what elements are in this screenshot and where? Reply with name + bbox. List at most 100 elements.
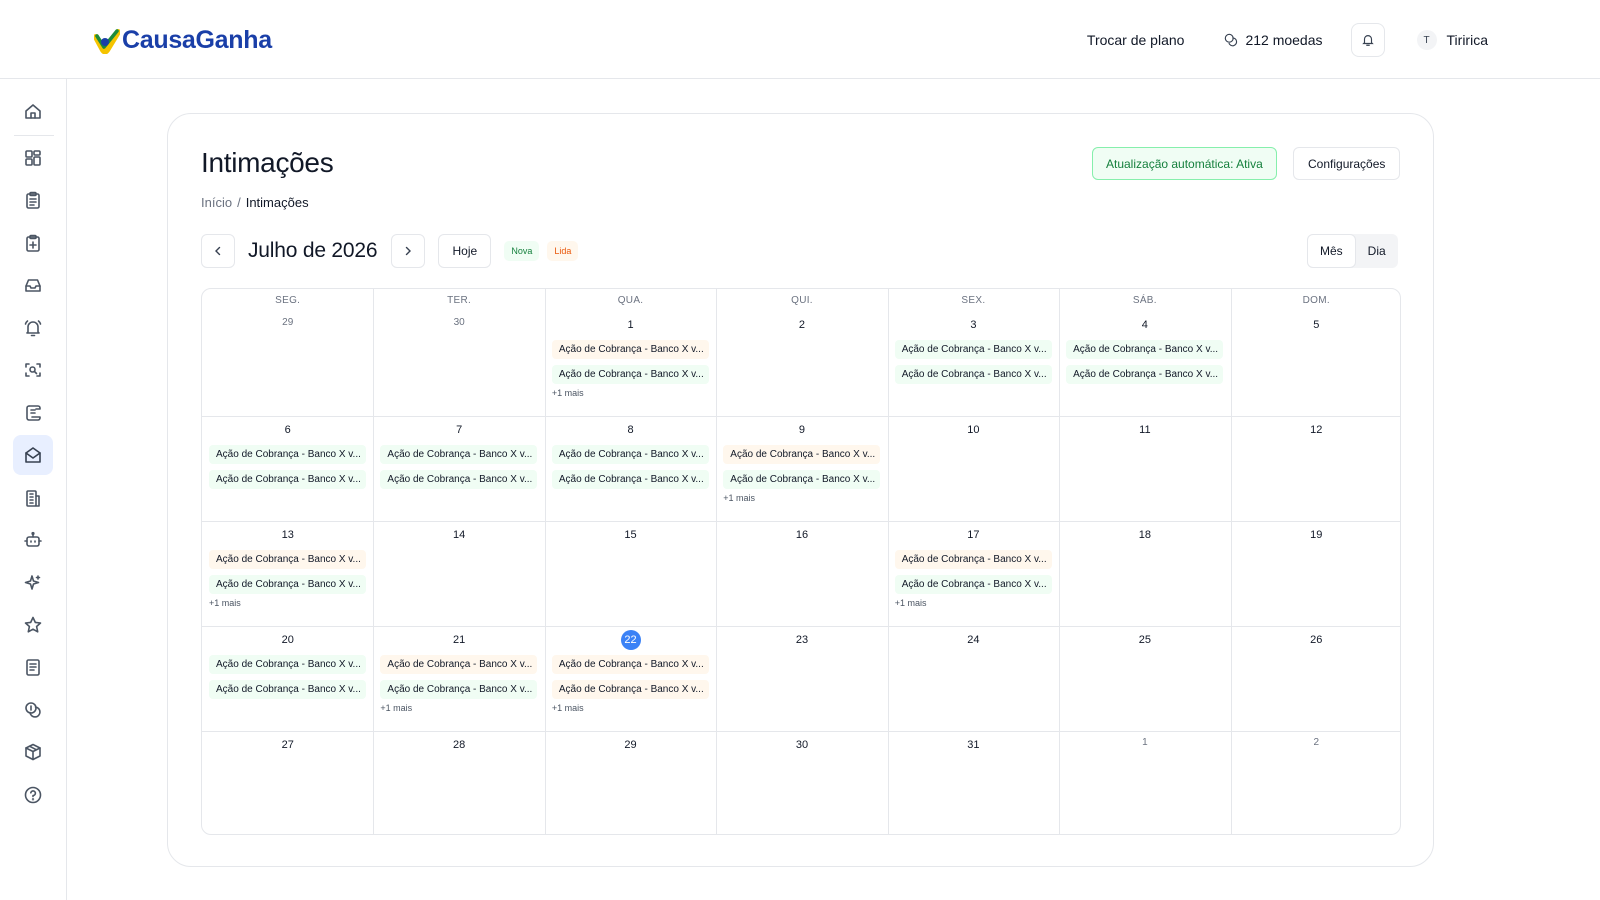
view-month-button[interactable]: Mês: [1307, 234, 1356, 268]
intimacao-event-nova[interactable]: Ação de Cobrança - Banco X v...: [380, 445, 538, 464]
calendar-day-cell[interactable]: 16: [716, 521, 887, 626]
sidebar-item-clipboard-plus[interactable]: [13, 223, 53, 263]
calendar-day-cell[interactable]: 31: [888, 731, 1059, 834]
more-events-link[interactable]: +1 mais: [209, 598, 241, 608]
calendar-day-cell[interactable]: 1 Ação de Cobrança - Banco X v... Ação de …: [545, 311, 716, 416]
sidebar-item-clipboard-list[interactable]: [13, 180, 53, 220]
calendar-day-cell[interactable]: 19: [1231, 521, 1400, 626]
calendar-day-cell[interactable]: 4 Ação de Cobrança - Banco X v... Ação de …: [1059, 311, 1230, 416]
intimacao-event-nova[interactable]: Ação de Cobrança - Banco X v...: [551, 470, 709, 489]
calendar-day-cell[interactable]: 30: [716, 731, 887, 834]
more-events-link[interactable]: +1 mais: [380, 703, 412, 713]
intimacao-event-nova[interactable]: Ação de Cobrança - Banco X v...: [380, 470, 538, 489]
calendar-day-cell[interactable]: 10: [888, 416, 1059, 521]
next-month-button[interactable]: [391, 234, 426, 268]
sidebar-item-star[interactable]: [13, 605, 53, 645]
calendar-day-cell[interactable]: 7 Ação de Cobrança - Banco X v... Ação de …: [373, 416, 544, 521]
prev-month-button[interactable]: [201, 234, 235, 268]
sidebar-item-mail-open[interactable]: [13, 435, 53, 475]
calendar-day-cell[interactable]: 2: [716, 311, 887, 416]
intimacao-event-nova[interactable]: Ação de Cobrança - Banco X v...: [894, 365, 1052, 384]
sidebar-item-inbox[interactable]: [13, 265, 53, 305]
change-plan-link[interactable]: Trocar de plano: [1087, 32, 1185, 48]
more-events-link[interactable]: +1 mais: [552, 703, 584, 713]
intimacao-event-lida[interactable]: Ação de Cobrança - Banco X v...: [380, 655, 538, 674]
chevron-left-icon: [215, 246, 221, 256]
intimacao-event-lida[interactable]: Ação de Cobrança - Banco X v...: [209, 550, 366, 569]
intimacao-event-nova[interactable]: Ação de Cobrança - Banco X v...: [894, 575, 1052, 594]
breadcrumb-home[interactable]: Início: [201, 195, 232, 210]
intimacao-event-nova[interactable]: Ação de Cobrança - Banco X v...: [209, 445, 366, 464]
calendar-day-cell[interactable]: 8 Ação de Cobrança - Banco X v... Ação de …: [545, 416, 716, 521]
calendar-day-cell[interactable]: 29: [202, 311, 373, 416]
sidebar-item-dashboard[interactable]: [13, 138, 53, 178]
calendar-day-cell[interactable]: 18: [1059, 521, 1230, 626]
sidebar-item-help-circle[interactable]: [13, 775, 53, 815]
calendar-day-cell[interactable]: 5: [1231, 311, 1400, 416]
calendar-day-cell[interactable]: 13 Ação de Cobrança - Banco X v... Ação de…: [202, 521, 373, 626]
calendar-day-cell[interactable]: 17 Ação de Cobrança - Banco X v... Ação de…: [888, 521, 1059, 626]
intimacao-event-nova[interactable]: Ação de Cobrança - Banco X v...: [551, 365, 709, 384]
sidebar-item-bell-ring[interactable]: [13, 308, 53, 348]
intimacao-event-lida[interactable]: Ação de Cobrança - Banco X v...: [551, 680, 709, 699]
calendar-day-cell[interactable]: 11: [1059, 416, 1230, 521]
intimacao-event-lida[interactable]: Ação de Cobrança - Banco X v...: [723, 445, 881, 464]
settings-button[interactable]: Configurações: [1293, 147, 1401, 180]
calendar-day-cell[interactable]: 15: [545, 521, 716, 626]
intimacao-event-nova[interactable]: Ação de Cobrança - Banco X v...: [1066, 340, 1224, 359]
intimacao-event-nova[interactable]: Ação de Cobrança - Banco X v...: [723, 470, 881, 489]
calendar-day-cell[interactable]: 24: [888, 626, 1059, 731]
calendar-day-cell[interactable]: 9 Ação de Cobrança - Banco X v... Ação de …: [716, 416, 887, 521]
view-day-button[interactable]: Dia: [1356, 234, 1398, 268]
more-events-link[interactable]: +1 mais: [552, 388, 584, 398]
calendar-day-cell[interactable]: 2: [1231, 731, 1400, 834]
sidebar-item-package[interactable]: [13, 732, 53, 772]
intimacao-event-nova[interactable]: Ação de Cobrança - Banco X v...: [209, 655, 366, 674]
calendar-day-cell[interactable]: 22 Ação de Cobrança - Banco X v... Ação de…: [545, 626, 716, 731]
intimacao-event-nova[interactable]: Ação de Cobrança - Banco X v...: [551, 445, 709, 464]
day-number: 30: [795, 739, 809, 751]
intimacao-event-lida[interactable]: Ação de Cobrança - Banco X v...: [551, 340, 709, 359]
more-events-link[interactable]: +1 mais: [895, 598, 927, 608]
sidebar-item-home[interactable]: [13, 91, 53, 131]
day-number: 7: [456, 424, 463, 436]
intimacao-event-nova[interactable]: Ação de Cobrança - Banco X v...: [380, 680, 538, 699]
intimacao-event-nova[interactable]: Ação de Cobrança - Banco X v...: [209, 680, 366, 699]
sidebar-item-scan-search[interactable]: [13, 350, 53, 390]
coins-balance[interactable]: 212 moedas: [1224, 32, 1323, 48]
calendar-day-cell[interactable]: 29: [545, 731, 716, 834]
calendar-day-cell[interactable]: 26: [1231, 626, 1400, 731]
intimacao-event-lida[interactable]: Ação de Cobrança - Banco X v...: [551, 655, 709, 674]
calendar-day-cell[interactable]: 25: [1059, 626, 1230, 731]
calendar-day-cell[interactable]: 21 Ação de Cobrança - Banco X v... Ação de…: [373, 626, 544, 731]
today-button[interactable]: Hoje: [438, 234, 492, 268]
sidebar-item-scroll[interactable]: [13, 393, 53, 433]
calendar-day-cell[interactable]: 1: [1059, 731, 1230, 834]
sidebar-item-notebook[interactable]: [13, 647, 53, 687]
calendar-day-cell[interactable]: 6 Ação de Cobrança - Banco X v... Ação de …: [202, 416, 373, 521]
more-events-link[interactable]: +1 mais: [723, 493, 755, 503]
user-menu[interactable]: T Tiririca: [1416, 30, 1488, 50]
day-number: 26: [1310, 634, 1323, 646]
calendar-day-cell[interactable]: 3 Ação de Cobrança - Banco X v... Ação de …: [888, 311, 1059, 416]
sidebar-item-sparkles[interactable]: [13, 563, 53, 603]
calendar-day-cell[interactable]: 12: [1231, 416, 1400, 521]
sidebar-item-coins[interactable]: [13, 690, 53, 730]
app-logo[interactable]: CausaGanha: [94, 26, 272, 55]
calendar-day-cell[interactable]: 23: [716, 626, 887, 731]
dashboard-icon: [25, 150, 41, 166]
calendar-day-cell[interactable]: 30: [373, 311, 544, 416]
calendar-day-cell[interactable]: 20 Ação de Cobrança - Banco X v... Ação de…: [202, 626, 373, 731]
intimacao-event-nova[interactable]: Ação de Cobrança - Banco X v...: [209, 470, 366, 489]
notifications-button[interactable]: [1350, 23, 1385, 57]
calendar-day-cell[interactable]: 14: [373, 521, 544, 626]
intimacao-event-nova[interactable]: Ação de Cobrança - Banco X v...: [894, 340, 1052, 359]
intimacao-event-nova[interactable]: Ação de Cobrança - Banco X v...: [1066, 365, 1224, 384]
sidebar-item-bot[interactable]: [13, 520, 53, 560]
auto-update-status[interactable]: Atualização automática: Ativa: [1092, 147, 1277, 180]
intimacao-event-lida[interactable]: Ação de Cobrança - Banco X v...: [894, 550, 1052, 569]
calendar-day-cell[interactable]: 28: [373, 731, 544, 834]
calendar-day-cell[interactable]: 27: [202, 731, 373, 834]
intimacao-event-nova[interactable]: Ação de Cobrança - Banco X v...: [209, 575, 366, 594]
sidebar-item-building[interactable]: [13, 478, 53, 518]
